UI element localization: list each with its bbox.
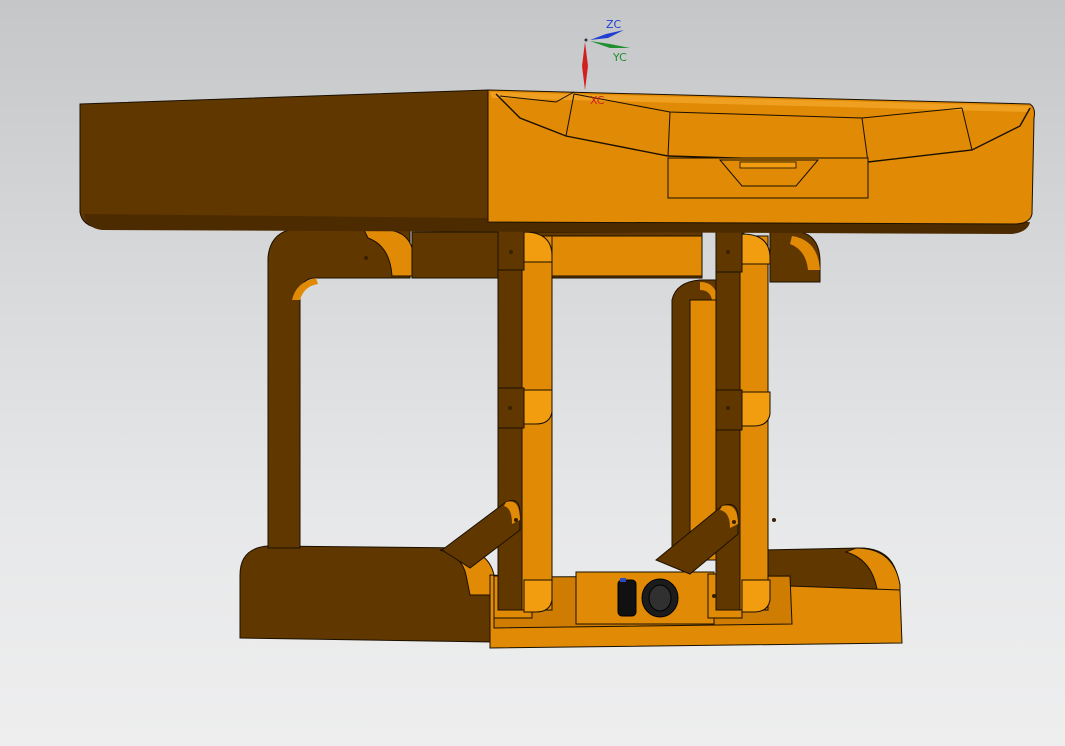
tabletop-left-face — [79, 89, 489, 229]
y-axis-icon — [590, 41, 630, 48]
left-lift-column[interactable] — [441, 229, 553, 613]
x-axis-label: XC — [590, 94, 605, 107]
tabletop-front-face — [487, 89, 1035, 225]
left-c-frame[interactable] — [267, 227, 415, 549]
cad-viewport[interactable]: ZC YC XC — [0, 0, 1065, 746]
right-lift-column[interactable] — [655, 231, 776, 613]
motor-icon — [617, 578, 679, 618]
z-axis-icon — [590, 30, 624, 40]
model-scene[interactable]: ZC YC XC — [0, 0, 1065, 746]
x-axis-icon — [582, 42, 588, 90]
z-axis-label: ZC — [606, 18, 622, 31]
base-left-block — [239, 545, 493, 643]
base-platform[interactable] — [239, 545, 903, 649]
y-axis-label: YC — [612, 51, 627, 64]
c-frame-outer — [267, 227, 411, 549]
tabletop[interactable] — [79, 89, 1035, 234]
